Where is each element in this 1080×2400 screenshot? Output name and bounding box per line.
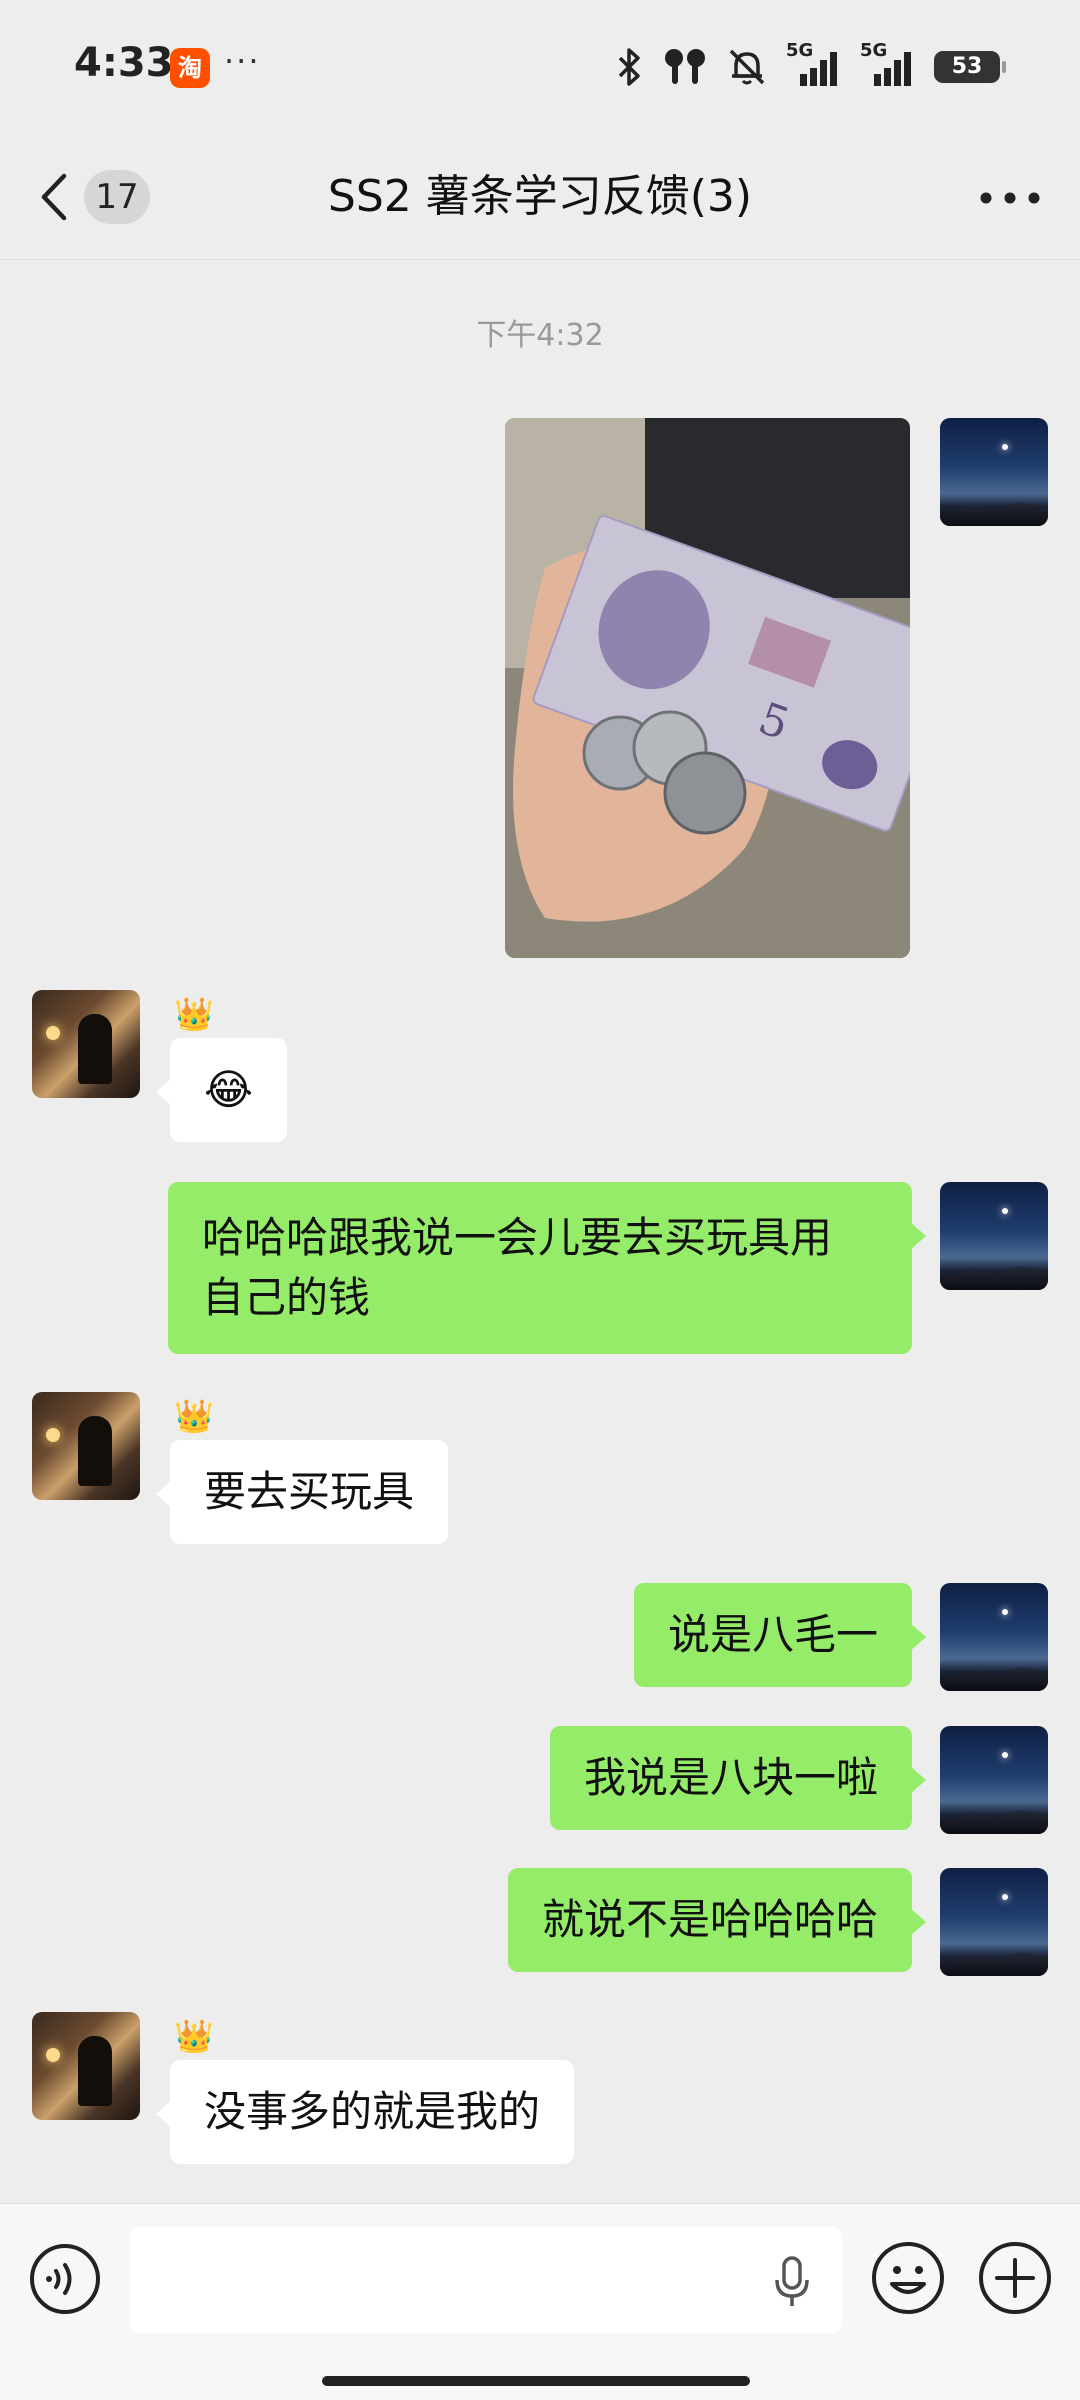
chat-title: SS2 薯条学习反馈(3) xyxy=(327,171,753,222)
earbuds-icon xyxy=(665,49,705,84)
avatar-self[interactable] xyxy=(940,418,1048,526)
crown-icon: 👑 xyxy=(174,995,214,1033)
avatar-other[interactable] xyxy=(32,2012,140,2120)
image-message[interactable]: 5 xyxy=(505,418,910,958)
battery-indicator: 53 xyxy=(934,51,1006,83)
message-bubble-other[interactable]: 没事多的就是我的 xyxy=(155,2060,575,2164)
message-bubble-self[interactable]: 就说不是哈哈哈哈 xyxy=(507,1868,927,1972)
signal-bars-icon xyxy=(800,52,837,86)
avatar-self[interactable] xyxy=(940,1583,1048,1691)
avatar-self[interactable] xyxy=(940,1726,1048,1834)
status-bar: 4:33 淘 ··· 5G 5G 53 xyxy=(0,0,1080,135)
message-bubble-other[interactable]: 😂 xyxy=(155,1038,288,1142)
avatar-self[interactable] xyxy=(940,1182,1048,1290)
status-icons: 5G 5G 53 xyxy=(614,40,1006,88)
input-bar xyxy=(0,2203,1080,2400)
microphone-icon[interactable] xyxy=(772,2256,812,2308)
signal-bars-icon xyxy=(874,52,911,86)
more-options-button[interactable] xyxy=(974,173,1046,223)
crown-icon: 👑 xyxy=(174,2017,214,2055)
mute-bell-icon xyxy=(729,49,765,85)
message-bubble-self[interactable]: 哈哈哈跟我说一会儿要去买玩具用 自己的钱 xyxy=(168,1182,926,1354)
bluetooth-icon xyxy=(618,48,640,86)
avatar-self[interactable] xyxy=(940,1868,1048,1976)
status-time: 4:33 xyxy=(74,40,174,86)
voice-input-button[interactable] xyxy=(28,2242,102,2316)
avatar-other[interactable] xyxy=(32,990,140,1098)
plus-button[interactable] xyxy=(977,2240,1053,2316)
message-text-line: 哈哈哈跟我说一会儿要去买玩具用 xyxy=(202,1213,833,1262)
home-indicator[interactable] xyxy=(322,2376,750,2386)
message-text-line: 自己的钱 xyxy=(202,1273,371,1322)
avatar-other[interactable] xyxy=(32,1392,140,1500)
chat-header: 17 SS2 薯条学习反馈(3) xyxy=(0,135,1080,260)
message-bubble-self[interactable]: 说是八毛一 xyxy=(633,1583,927,1687)
message-text-input[interactable] xyxy=(130,2227,842,2333)
message-bubble-other[interactable]: 要去买玩具 xyxy=(155,1440,449,1544)
emoji-button[interactable] xyxy=(870,2240,946,2316)
photo-banknote-coins-image: 5 xyxy=(505,418,910,958)
message-bubble-self[interactable]: 我说是八块一啦 xyxy=(549,1726,927,1830)
signal-5g-1: 5G xyxy=(786,40,842,88)
more-notifications-icon: ··· xyxy=(224,42,261,80)
taobao-app-icon: 淘 xyxy=(170,48,210,88)
message-timestamp: 下午4:32 xyxy=(476,318,604,353)
signal-5g-2: 5G xyxy=(860,40,916,88)
crown-icon: 👑 xyxy=(174,1397,214,1435)
